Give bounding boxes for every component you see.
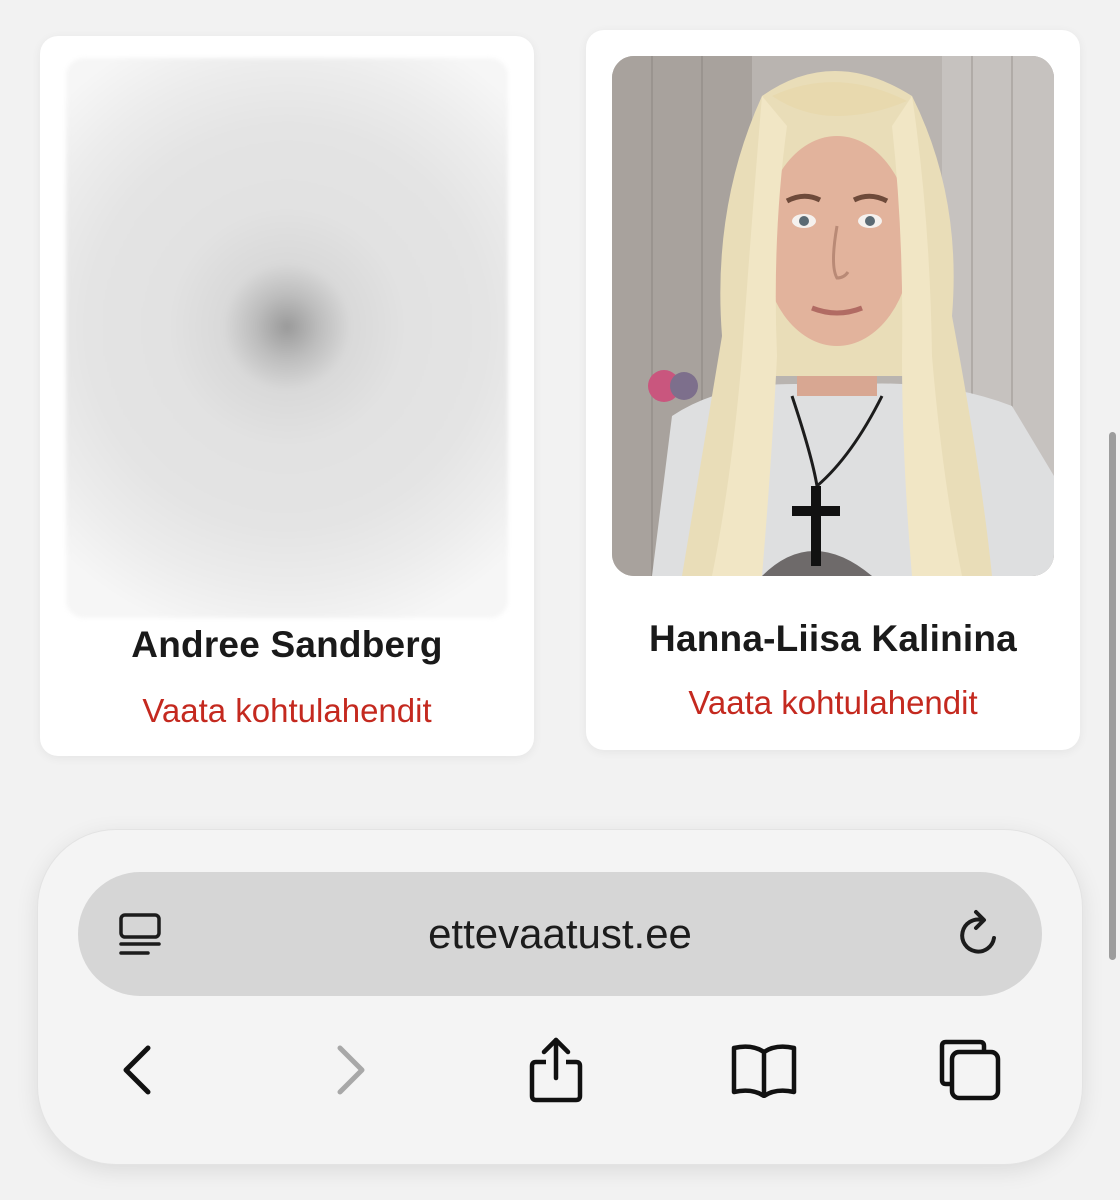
book-icon bbox=[731, 1044, 797, 1098]
profile-photo bbox=[612, 56, 1054, 576]
address-bar[interactable]: ettevaatust.ee bbox=[78, 872, 1042, 996]
forward-button[interactable] bbox=[314, 1034, 386, 1106]
tabs-icon bbox=[939, 1039, 1001, 1101]
url-text: ettevaatust.ee bbox=[428, 910, 692, 957]
profile-name: Hanna-Liisa Kalinina bbox=[649, 618, 1017, 659]
page: Andree Sandberg Vaata kohtulahendit Hann… bbox=[0, 0, 1120, 1200]
profile-photo-blurred bbox=[66, 58, 508, 618]
view-court-decision-link[interactable]: Vaata kohtulahendit bbox=[40, 692, 534, 730]
share-button[interactable] bbox=[520, 1034, 592, 1106]
bookmarks-button[interactable] bbox=[728, 1034, 800, 1106]
profile-card[interactable]: Hanna-Liisa Kalinina Vaata kohtulahendit bbox=[586, 30, 1080, 750]
profile-card[interactable]: Andree Sandberg Vaata kohtulahendit bbox=[40, 36, 534, 756]
view-court-decision-link[interactable]: Vaata kohtulahendit bbox=[586, 684, 1080, 722]
tabs-button[interactable] bbox=[934, 1034, 1006, 1106]
chevron-left-icon bbox=[123, 1045, 151, 1095]
scrollbar[interactable] bbox=[1109, 432, 1116, 960]
reload-icon[interactable] bbox=[956, 908, 1004, 960]
browser-toolbar: ettevaatust.ee bbox=[38, 830, 1082, 1164]
back-button[interactable] bbox=[102, 1034, 174, 1106]
share-icon bbox=[529, 1037, 583, 1103]
profile-name: Andree Sandberg bbox=[131, 624, 443, 665]
chevron-right-icon bbox=[337, 1045, 365, 1095]
